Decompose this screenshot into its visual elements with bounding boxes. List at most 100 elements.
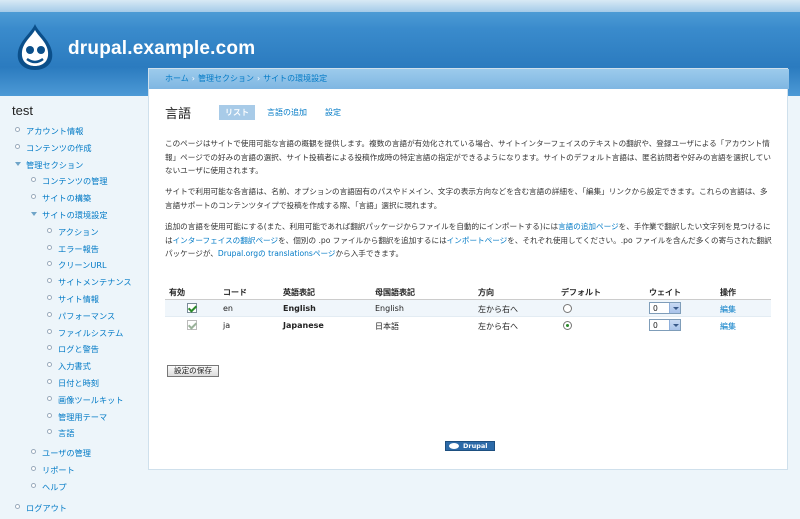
weight-select-en[interactable]: 0 (649, 302, 681, 314)
sidebar-item[interactable]: エラー報告 (47, 243, 99, 255)
breadcrumb-home[interactable]: ホーム (165, 74, 189, 83)
header-default: デフォルト (561, 288, 601, 297)
language-native-name: 日本語 (375, 322, 399, 331)
save-configuration-button[interactable]: 設定の保存 (167, 365, 219, 377)
sidebar-item[interactable]: コンテンツの作成 (15, 142, 92, 154)
weight-value: 0 (653, 304, 658, 313)
help-paragraph-3: 追加の言語を使用可能にする(また、利用可能であれば翻訳パッケージからファイルを自… (165, 220, 775, 261)
breadcrumb: ホーム › 管理セクション › サイトの環境設定 (149, 69, 789, 89)
bullet-icon (47, 429, 52, 435)
bullet-icon (15, 503, 20, 509)
drupal-logo-icon[interactable] (14, 22, 56, 72)
language-direction: 左から右へ (478, 305, 518, 314)
tab-add-language[interactable]: 言語の追加 (261, 105, 313, 120)
header-enabled: 有効 (169, 288, 185, 297)
bullet-icon (47, 227, 52, 233)
sidebar-item[interactable]: リポート (31, 464, 75, 476)
bullet-icon (47, 412, 52, 418)
default-radio-en[interactable] (563, 304, 572, 313)
site-name-link[interactable]: drupal.example.com (68, 38, 255, 60)
page-title: 言語 (165, 106, 192, 121)
language-english-name: English (283, 304, 316, 313)
bullet-icon (31, 466, 36, 471)
expanded-arrow-icon (31, 212, 37, 216)
table-header-row: 有効 コード 英語表記 母国語表記 方向 デフォルト ウェイト 操作 (165, 283, 771, 300)
help-paragraph-2: サイトで利用可能な各言語は、名前、オプションの言語固有のパスやドメイン、文字の表… (165, 187, 768, 210)
sidebar-item[interactable]: 日付と時刻 (47, 377, 99, 389)
weight-select-ja[interactable]: 0 (649, 319, 681, 331)
header-weight: ウェイト (649, 288, 681, 297)
bullet-icon (15, 143, 20, 149)
header-operations: 操作 (720, 288, 736, 297)
sidebar-item[interactable]: 入力書式 (47, 360, 91, 372)
breadcrumb-settings[interactable]: サイトの環境設定 (263, 74, 327, 83)
sidebar-item[interactable]: ヘルプ (31, 481, 67, 493)
tab-configure[interactable]: 設定 (319, 105, 347, 120)
weight-value: 0 (653, 321, 658, 330)
sidebar-item[interactable]: コンテンツの管理 (31, 175, 108, 187)
bullet-icon (47, 261, 52, 267)
content-panel: ホーム › 管理セクション › サイトの環境設定 言語 リスト 言語の追加 設定 このペ… (148, 68, 789, 470)
header-english-name: 英語表記 (283, 288, 315, 297)
translate-interface-link[interactable]: インターフェイスの翻訳ページ (173, 236, 278, 245)
language-direction: 左から右へ (478, 322, 518, 331)
sidebar-item[interactable]: 管理用テーマ (47, 411, 107, 423)
bullet-icon (47, 244, 52, 250)
breadcrumb-separator: › (191, 74, 195, 83)
header-native-name: 母国語表記 (375, 288, 415, 297)
language-table: 有効 コード 英語表記 母国語表記 方向 デフォルト ウェイト 操作 en En… (165, 283, 771, 334)
bullet-icon (47, 362, 52, 368)
enabled-checkbox-ja (187, 320, 197, 330)
bullet-icon (47, 395, 52, 401)
sidebar-item[interactable]: サイトの環境設定 (31, 209, 108, 221)
import-page-link[interactable]: インポートページ (447, 236, 508, 245)
drupal-translations-link[interactable]: Drupal.orgの translationsページ (218, 249, 336, 258)
sidebar-item[interactable]: ログと警告 (47, 343, 99, 355)
bullet-icon (31, 194, 36, 200)
header-code: コード (223, 288, 247, 297)
breadcrumb-separator: › (256, 74, 261, 83)
tab-list[interactable]: リスト (219, 105, 255, 120)
chevron-down-icon (669, 320, 680, 330)
powered-by-drupal-badge[interactable]: Drupal (445, 441, 495, 451)
sidebar-item[interactable]: サイトメンテナンス (47, 276, 132, 288)
enabled-checkbox-en[interactable] (187, 303, 197, 313)
sidebar-item[interactable]: パフォーマンス (47, 310, 115, 322)
sidebar-item[interactable]: 言語 (47, 427, 74, 439)
bullet-icon (31, 449, 36, 455)
bullet-icon (31, 482, 36, 488)
sidebar-item[interactable]: アカウント情報 (15, 125, 83, 137)
help-paragraph-1: このページはサイトで使用可能な言語の概観を提供します。複数の言語が有効化されてい… (165, 139, 771, 175)
sidebar-item[interactable]: アクション (47, 226, 99, 238)
edit-link-en[interactable]: 編集 (720, 304, 736, 315)
sidebar-block-title: test (12, 103, 33, 118)
table-row: ja Japanese 日本語 左から右へ 0 編集 (165, 317, 771, 334)
help-text: から入手できます。 (335, 249, 404, 258)
help-text: 追加の言語を使用可能にする(また、利用可能であれば翻訳パッケージからファイルを自… (165, 222, 559, 231)
sidebar-item[interactable]: サイト情報 (47, 293, 99, 305)
sidebar-item[interactable]: サイトの構築 (31, 192, 91, 204)
edit-link-ja[interactable]: 編集 (720, 321, 736, 332)
language-code: ja (223, 321, 231, 330)
sidebar-item[interactable]: ファイルシステム (47, 327, 123, 339)
sidebar-item[interactable]: ユーザの管理 (31, 447, 91, 459)
sidebar-item[interactable]: 画像ツールキット (47, 394, 124, 406)
language-native-name: English (375, 304, 404, 313)
language-english-name: Japanese (283, 321, 324, 330)
sidebar-item[interactable]: ログアウト (15, 502, 67, 514)
default-radio-ja[interactable] (563, 321, 572, 330)
bullet-icon (47, 379, 52, 384)
sidebar-item[interactable]: 管理セクション (15, 159, 83, 171)
chevron-down-icon (669, 303, 680, 313)
add-language-page-link[interactable]: 言語の追加ページ (558, 222, 619, 231)
bullet-icon (47, 345, 52, 351)
bullet-icon (15, 127, 20, 132)
help-text: を、個別の .po ファイルから翻訳を追加するには (278, 235, 447, 245)
sidebar-item[interactable]: クリーンURL (47, 259, 107, 271)
header-direction: 方向 (478, 288, 494, 297)
bullet-icon (31, 177, 36, 183)
tabs: リスト 言語の追加 設定 (219, 105, 347, 120)
bullet-icon (47, 328, 52, 334)
breadcrumb-admin[interactable]: 管理セクション (198, 74, 254, 83)
table-row: en English English 左から右へ 0 編集 (165, 300, 771, 317)
